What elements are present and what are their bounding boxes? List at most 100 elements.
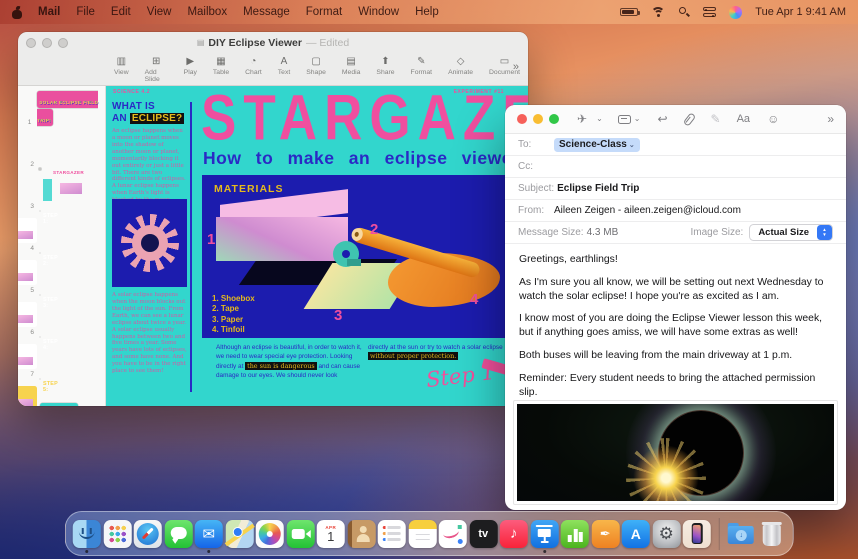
slide-canvas[interactable]: SCIENCE 4.2 EXPERIMENT #11 WHAT IS AN EC…	[106, 86, 528, 406]
menu-help[interactable]: Help	[415, 6, 439, 18]
recipient-token[interactable]: Science-Class⌄	[554, 138, 640, 152]
dock-item-music[interactable]: ♪	[500, 520, 528, 548]
dock-item-iphone-mirroring[interactable]	[683, 520, 711, 548]
menu-format[interactable]: Format	[306, 6, 342, 18]
menu-window[interactable]: Window	[358, 6, 399, 18]
toolbar-overflow-icon[interactable]: »	[827, 113, 834, 125]
dock-item-pages[interactable]: ✒	[591, 520, 619, 548]
toolbar-animate-button[interactable]: ◇Animate	[440, 53, 481, 76]
dock-item-contacts[interactable]	[347, 520, 375, 548]
toolbar-text-button[interactable]: AText	[270, 53, 298, 76]
tape-illustration	[333, 241, 359, 267]
to-field[interactable]: To: Science-Class⌄	[505, 134, 846, 156]
dock-item-safari[interactable]	[134, 520, 162, 548]
dock-item-messages[interactable]	[164, 520, 192, 548]
keynote-toolbar: ▥View ⊞Add Slide ▶Play ▦Table ◔Chart ATe…	[18, 53, 528, 86]
zoom-button[interactable]	[549, 114, 559, 124]
slide-thumbnail-2-selected[interactable]: 2 STARGAZER	[18, 131, 105, 173]
dock-item-settings[interactable]: ⚙	[652, 520, 680, 548]
dock-item-maps[interactable]	[225, 520, 253, 548]
menu-app-name[interactable]: Mail	[38, 6, 60, 18]
dock-item-downloads[interactable]: ↓	[727, 520, 755, 548]
keynote-window: ▤ DIY Eclipse Viewer — Edited ▥View ⊞Add…	[18, 32, 528, 406]
attach-icon[interactable]	[682, 112, 696, 127]
dock-item-trash[interactable]	[757, 520, 785, 548]
eclipse-photo-attachment[interactable]	[513, 400, 838, 505]
slide-title: STARGAZER	[201, 86, 528, 155]
toolbar-overflow-icon[interactable]: »	[513, 61, 519, 73]
toolbar-table-button[interactable]: ▦Table	[205, 53, 237, 76]
toolbar-chart-button[interactable]: ◔Chart	[237, 53, 270, 76]
search-icon[interactable]	[678, 6, 690, 18]
dock-item-appletv[interactable]: tv	[469, 520, 497, 548]
media-icon: ▤	[346, 56, 355, 68]
send-options-chevron-icon[interactable]: ⌄	[596, 115, 603, 123]
header-fields-chevron-icon[interactable]: ⌄	[634, 115, 641, 123]
table-icon: ▦	[216, 56, 225, 68]
image-size-select[interactable]: Actual Size ▲▼	[749, 224, 833, 241]
slide-heading: WHAT IS AN ECLIPSE?	[112, 101, 184, 124]
control-center-icon[interactable]	[703, 7, 716, 17]
format-button[interactable]: Aa	[737, 114, 750, 125]
undo-icon[interactable]: ↩	[657, 113, 667, 125]
toolbar-format-button[interactable]: ✎Format	[403, 53, 441, 76]
toolbar-document-button[interactable]: ▭Document	[481, 53, 528, 76]
dock-item-calendar[interactable]: APR1	[317, 520, 345, 548]
dock-item-facetime[interactable]	[286, 520, 314, 548]
toolbar-media-button[interactable]: ▤Media	[334, 53, 369, 76]
slide-navigator: 1 SOLAR ECLIPSE FIELD TRIP! 2 STARGAZER …	[18, 86, 106, 406]
menu-edit[interactable]: Edit	[111, 6, 131, 18]
menu-clock[interactable]: Tue Apr 1 9:41 AM	[755, 6, 846, 18]
close-button[interactable]	[517, 114, 527, 124]
mail-toolbar: ✈ ⌄ ⌄ ↩ ✎ Aa ☺ »	[505, 105, 846, 134]
toolbar-play-button[interactable]: ▶Play	[176, 53, 205, 76]
header-fields-icon[interactable]	[618, 115, 631, 124]
toolbar-share-button[interactable]: ⬆Share	[368, 53, 402, 76]
cc-field[interactable]: Cc:	[505, 156, 846, 178]
dock-item-freeform[interactable]	[439, 520, 467, 548]
slide-thumbnail-3[interactable]: 3 STEP 1:	[18, 173, 105, 215]
wifi-icon[interactable]	[651, 7, 665, 17]
slide-divider	[190, 102, 192, 392]
gear-icon: ⚙	[659, 524, 674, 544]
siri-icon[interactable]	[729, 6, 742, 19]
menu-message[interactable]: Message	[243, 6, 290, 18]
dock-item-numbers[interactable]	[561, 520, 589, 548]
body-paragraph: Greetings, earthlings!	[519, 253, 832, 267]
send-icon[interactable]: ✈	[577, 113, 587, 125]
battery-icon[interactable]	[620, 8, 638, 16]
dock-item-notes[interactable]	[408, 520, 436, 548]
dock-item-keynote[interactable]	[530, 520, 558, 548]
subject-field[interactable]: Subject: Eclipse Field Trip	[505, 178, 846, 200]
pen-icon: ✒	[600, 526, 611, 542]
dock-item-reminders[interactable]	[378, 520, 406, 548]
from-field[interactable]: From: Aileen Zeigen - aileen.zeigen@iclo…	[505, 200, 846, 222]
slide-paragraph-1: An eclipse happens when a moon or planet…	[112, 128, 187, 204]
menu-mailbox[interactable]: Mailbox	[187, 6, 227, 18]
toolbar-shape-button[interactable]: ▢Shape	[298, 53, 334, 76]
menu-view[interactable]: View	[147, 6, 172, 18]
dock-item-photos[interactable]	[256, 520, 284, 548]
menu-file[interactable]: File	[76, 6, 95, 18]
dock-item-launchpad[interactable]	[103, 520, 131, 548]
envelope-icon: ✉	[202, 525, 215, 543]
markup-icon[interactable]: ✎	[711, 113, 721, 125]
apple-menu-icon[interactable]	[12, 6, 22, 19]
edited-label: — Edited	[306, 37, 349, 49]
running-indicator	[207, 550, 210, 553]
dock-item-finder[interactable]	[73, 520, 101, 548]
dock-separator	[718, 518, 719, 550]
running-indicator	[543, 550, 546, 553]
shoebox-illustration	[216, 217, 348, 261]
body-paragraph: Both buses will be leaving from the main…	[519, 349, 832, 363]
minimize-button[interactable]	[533, 114, 543, 124]
slide-thumbnail-1[interactable]: 1 SOLAR ECLIPSE FIELD TRIP!	[18, 89, 105, 131]
dock-item-appstore[interactable]: A	[622, 520, 650, 548]
view-icon: ▥	[117, 56, 126, 68]
emoji-icon[interactable]: ☺	[767, 113, 779, 125]
toolbar-add-slide-button[interactable]: ⊞Add Slide	[137, 53, 176, 83]
message-size-value: 4.3 MB	[587, 227, 619, 238]
toolbar-view-button[interactable]: ▥View	[106, 53, 137, 76]
dock-item-mail[interactable]: ✉	[195, 520, 223, 548]
materials-list: 1. Shoebox 2. Tape 3. Paper 4. Tinfoil	[212, 294, 255, 336]
